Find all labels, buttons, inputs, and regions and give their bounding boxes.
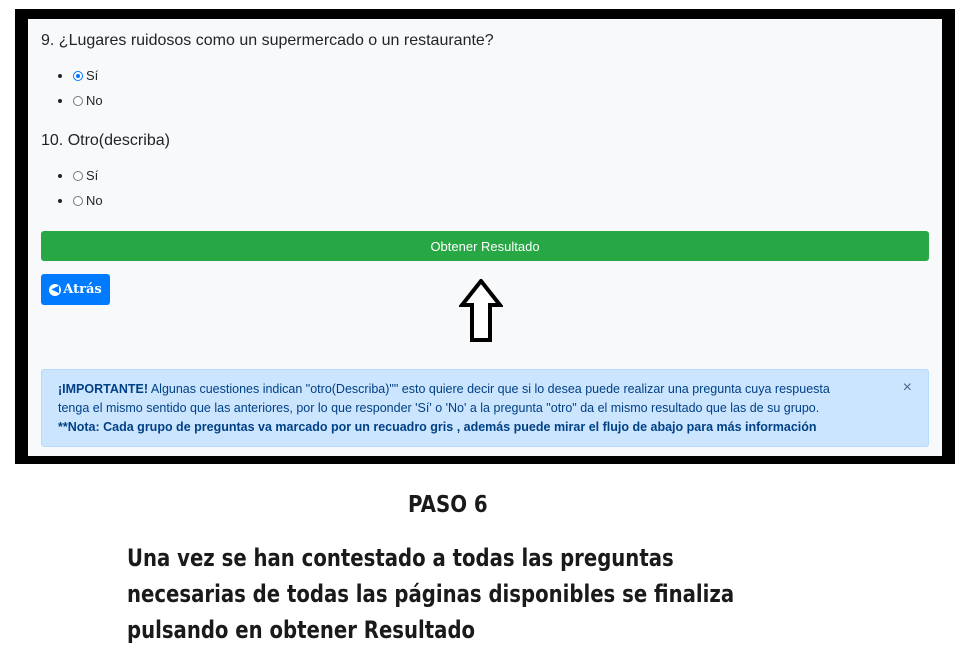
- question-10: 10. Otro(describa): [41, 132, 170, 149]
- obtener-resultado-button[interactable]: Obtener Resultado: [41, 231, 929, 261]
- option-label: No: [86, 193, 103, 208]
- question-9-options: Sí No: [41, 63, 103, 113]
- form-screen: 9. ¿Lugares ruidosos como un supermercad…: [28, 19, 942, 456]
- option-label: No: [86, 93, 103, 108]
- alert-note: **Nota: Cada grupo de preguntas va marca…: [58, 418, 858, 437]
- close-icon[interactable]: ×: [903, 379, 912, 397]
- alert-strong: ¡IMPORTANTE!: [58, 382, 149, 396]
- description-line-2: necesarias de todas las páginas disponib…: [127, 580, 735, 608]
- question-9: 9. ¿Lugares ruidosos como un supermercad…: [41, 32, 494, 49]
- back-button-label: Atrás: [63, 282, 102, 297]
- description-line-3: pulsando en obtener Resultado: [127, 616, 476, 644]
- screenshot-frame: 9. ¿Lugares ruidosos como un supermercad…: [15, 9, 955, 464]
- radio-q9-si[interactable]: [73, 71, 83, 81]
- arrow-left-circle-icon: ◀: [49, 283, 62, 296]
- option-label: Sí: [86, 168, 99, 183]
- alert-line-1: ¡IMPORTANTE! Algunas cuestiones indican …: [58, 380, 858, 399]
- important-alert: ¡IMPORTANTE! Algunas cuestiones indican …: [41, 369, 929, 447]
- radio-q10-no[interactable]: [73, 196, 83, 206]
- alert-line-2: tenga el mismo sentido que las anteriore…: [58, 401, 820, 415]
- radio-q9-no[interactable]: [73, 96, 83, 106]
- back-button[interactable]: ◀ Atrás: [41, 274, 110, 305]
- description-line-1: Una vez se han contestado a todas las pr…: [127, 544, 674, 572]
- alert-note-text: **Nota: Cada grupo de preguntas va marca…: [58, 420, 817, 434]
- option-label: Sí: [86, 68, 99, 83]
- option-q9-no[interactable]: No: [73, 88, 103, 113]
- step-title: PASO 6: [408, 492, 488, 518]
- option-q9-si[interactable]: Sí: [73, 63, 103, 88]
- question-10-options: Sí No: [41, 163, 103, 213]
- option-q10-si[interactable]: Sí: [73, 163, 103, 188]
- alert-text-1: Algunas cuestiones indican "otro(Describ…: [148, 382, 830, 396]
- up-arrow-pointer-icon: [459, 279, 503, 342]
- step-description: Una vez se han contestado a todas las pr…: [127, 540, 783, 648]
- radio-q10-si[interactable]: [73, 171, 83, 181]
- option-q10-no[interactable]: No: [73, 188, 103, 213]
